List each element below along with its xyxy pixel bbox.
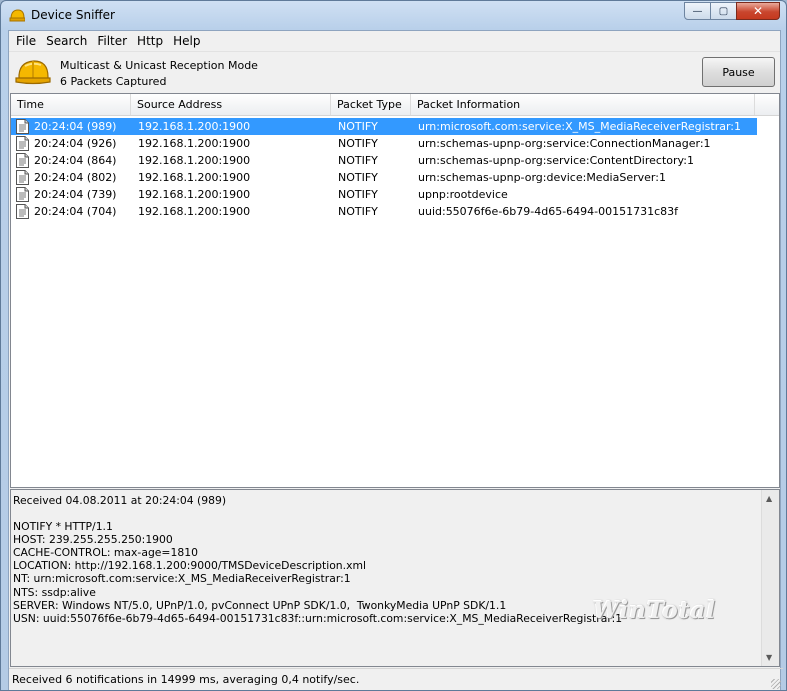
table-row[interactable]: 20:24:04 (864) 192.168.1.200:1900 NOTIFY ur… xyxy=(11,152,779,169)
column-packet-information[interactable]: Packet Information xyxy=(411,94,755,115)
pause-button[interactable]: Pause xyxy=(702,57,775,87)
row-time: 20:24:04 (704) xyxy=(34,205,117,218)
table-row[interactable]: 20:24:04 (989) 192.168.1.200:1900 NOTIFY ur… xyxy=(11,118,757,135)
detail-line: NT: urn:microsoft.com:service:X_MS_Media… xyxy=(13,572,351,586)
row-packet-info: urn:schemas-upnp-org:service:ConnectionM… xyxy=(418,137,711,150)
row-time: 20:24:04 (864) xyxy=(34,154,117,167)
row-time: 20:24:04 (926) xyxy=(34,137,117,150)
detail-line xyxy=(13,507,758,520)
document-icon xyxy=(16,204,29,219)
column-packet-type[interactable]: Packet Type xyxy=(331,94,411,115)
row-packet-info: urn:schemas-upnp-org:device:MediaServer:… xyxy=(418,171,666,184)
menu-file[interactable]: File xyxy=(11,31,41,51)
close-button[interactable]: ✕ xyxy=(736,2,780,20)
detail-line: Received 04.08.2011 at 20:24:04 (989) xyxy=(13,494,227,507)
column-source-address[interactable]: Source Address xyxy=(131,94,331,115)
row-source-address: 192.168.1.200:1900 xyxy=(138,171,251,184)
wintotal-watermark: WinTotal xyxy=(593,597,716,624)
document-icon xyxy=(16,187,29,202)
detail-line: LOCATION: http://192.168.1.200:9000/TMSD… xyxy=(13,559,366,573)
table-row[interactable]: 20:24:04 (739) 192.168.1.200:1900 NOTIFY up… xyxy=(11,186,779,203)
row-packet-info: upnp:rootdevice xyxy=(418,188,508,201)
row-time: 20:24:04 (802) xyxy=(34,171,117,184)
row-packet-info: urn:microsoft.com:service:X_MS_MediaRece… xyxy=(418,120,741,133)
menu-http[interactable]: Http xyxy=(132,31,168,51)
row-packet-type: NOTIFY xyxy=(338,120,378,133)
client-area: File Search Filter Http Help Multicast &… xyxy=(8,30,783,690)
row-packet-type: NOTIFY xyxy=(338,205,378,218)
caption-buttons: — ▢ ✕ xyxy=(684,2,780,20)
packet-list[interactable]: Time Source Address Packet Type Packet I… xyxy=(10,93,780,488)
table-row[interactable]: 20:24:04 (802) 192.168.1.200:1900 NOTIFY ur… xyxy=(11,169,779,186)
detail-line: NOTIFY * HTTP/1.1 xyxy=(13,520,113,534)
minimize-button[interactable]: — xyxy=(684,2,711,20)
row-packet-info: urn:schemas-upnp-org:service:ContentDire… xyxy=(418,154,694,167)
menu-help[interactable]: Help xyxy=(168,31,205,51)
list-rows: 20:24:04 (989) 192.168.1.200:1900 NOTIFY ur… xyxy=(11,118,779,220)
status-bar: Received 6 notifications in 14999 ms, av… xyxy=(9,668,783,690)
table-row[interactable]: 20:24:04 (926) 192.168.1.200:1900 NOTIFY ur… xyxy=(11,135,779,152)
app-helmet-icon xyxy=(9,9,25,22)
menu-bar: File Search Filter Http Help xyxy=(9,31,780,52)
packet-detail-pane[interactable]: Received 04.08.2011 at 20:24:04 (989) NOT… xyxy=(10,489,780,667)
row-packet-type: NOTIFY xyxy=(338,137,378,150)
window-title: Device Sniffer xyxy=(31,8,115,22)
column-time[interactable]: Time xyxy=(11,94,131,115)
title-bar[interactable]: Device Sniffer — ▢ ✕ xyxy=(1,1,786,30)
row-source-address: 192.168.1.200:1900 xyxy=(138,154,251,167)
row-time: 20:24:04 (989) xyxy=(34,120,117,133)
row-packet-type: NOTIFY xyxy=(338,171,378,184)
document-icon xyxy=(16,119,29,134)
reception-mode: Multicast & Unicast Reception Mode xyxy=(60,59,258,72)
status-bar-text: Received 6 notifications in 14999 ms, av… xyxy=(12,673,360,686)
row-time: 20:24:04 (739) xyxy=(34,188,117,201)
menu-filter[interactable]: Filter xyxy=(92,31,132,51)
scroll-up-arrow-icon[interactable]: ▲ xyxy=(766,494,772,503)
row-source-address: 192.168.1.200:1900 xyxy=(138,188,251,201)
maximize-button[interactable]: ▢ xyxy=(710,2,737,20)
device-sniffer-window: Device Sniffer — ▢ ✕ File Search Filter … xyxy=(0,0,787,691)
detail-line: CACHE-CONTROL: max-age=1810 xyxy=(13,546,198,560)
scroll-down-arrow-icon[interactable]: ▼ xyxy=(766,653,772,662)
document-icon xyxy=(16,136,29,151)
document-icon xyxy=(16,170,29,185)
resize-grip-icon[interactable] xyxy=(771,679,781,689)
document-icon xyxy=(16,153,29,168)
status-header: Multicast & Unicast Reception Mode 6 Pac… xyxy=(9,52,780,91)
row-source-address: 192.168.1.200:1900 xyxy=(138,120,251,133)
row-source-address: 192.168.1.200:1900 xyxy=(138,205,251,218)
table-row[interactable]: 20:24:04 (704) 192.168.1.200:1900 NOTIFY uu… xyxy=(11,203,779,220)
detail-line: HOST: 239.255.255.250:1900 xyxy=(13,533,173,547)
row-packet-info: uuid:55076f6e-6b79-4d65-6494-00151731c83… xyxy=(418,205,679,218)
helmet-icon xyxy=(15,60,51,85)
detail-scrollbar[interactable]: ▲ ▼ xyxy=(761,490,779,666)
menu-search[interactable]: Search xyxy=(41,31,92,51)
row-packet-type: NOTIFY xyxy=(338,188,378,201)
packets-captured: 6 Packets Captured xyxy=(60,75,167,88)
row-packet-type: NOTIFY xyxy=(338,154,378,167)
list-header: Time Source Address Packet Type Packet I… xyxy=(11,94,779,116)
reception-info: Multicast & Unicast Reception Mode 6 Pac… xyxy=(60,58,258,90)
row-source-address: 192.168.1.200:1900 xyxy=(138,137,251,150)
